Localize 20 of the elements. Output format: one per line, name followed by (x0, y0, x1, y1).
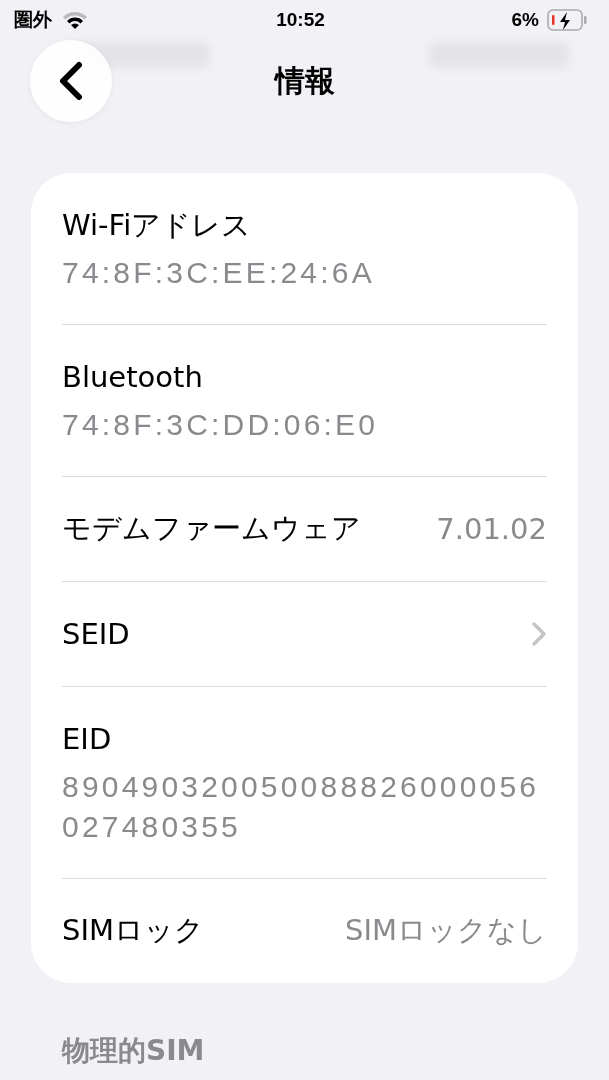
battery-percent: 6% (511, 9, 539, 31)
page-title: 情報 (273, 61, 336, 100)
chevron-left-icon (57, 61, 85, 101)
clock-time: 10:52 (276, 9, 325, 31)
row-value: 74:8F:3C:DD:06:E0 (62, 407, 380, 443)
row-value: 7.01.02 (436, 512, 547, 546)
row-label: EID (62, 722, 112, 756)
row-label: SIMロック (62, 912, 204, 949)
list-item[interactable]: SEID (62, 581, 547, 686)
chevron-right-icon (531, 621, 547, 647)
row-value: 74:8F:3C:EE:24:6A (62, 255, 376, 291)
row-value: SIMロックなし (345, 912, 547, 949)
wifi-icon (62, 10, 88, 30)
section-header: 物理的SIM (62, 1033, 206, 1069)
row-label: Wi-Fiアドレス (62, 208, 252, 242)
carrier-status: 圏外 (14, 8, 52, 32)
row-label: SEID (62, 617, 130, 651)
row-value: 890490320050088826000056027480355 (62, 769, 541, 845)
row-label: モデムファームウェア (62, 510, 361, 547)
row-label: Bluetooth (62, 360, 203, 394)
